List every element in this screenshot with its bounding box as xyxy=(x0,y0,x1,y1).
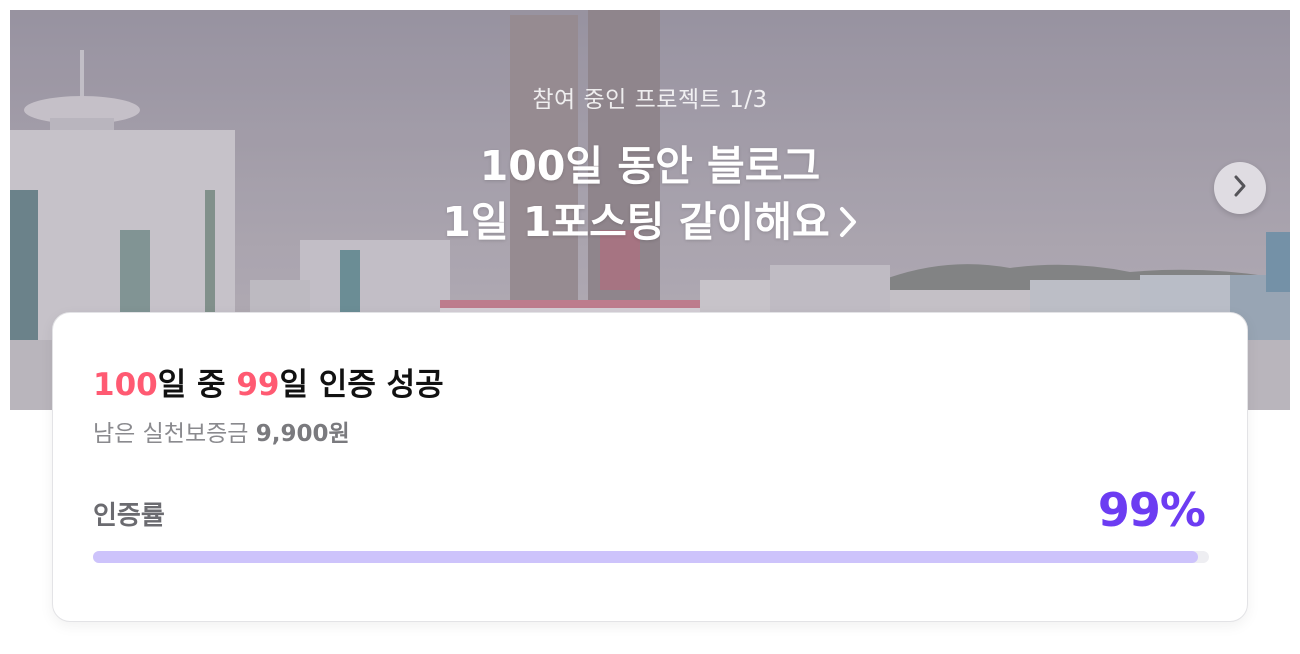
deposit-value: 9,900원 xyxy=(255,421,350,447)
remaining-deposit: 남은 실천보증금 9,900원 xyxy=(93,414,350,448)
project-title-line-1: 100일 동안 블로그 xyxy=(479,142,821,190)
certification-summary: 100일 중 99일 인증 성공 xyxy=(93,359,444,404)
deposit-label: 남은 실천보증금 xyxy=(93,421,256,447)
project-counter: 참여 중인 프로젝트 1/3 xyxy=(532,87,768,113)
certification-rate-value: 99% xyxy=(1097,483,1206,537)
certification-status-card: 100일 중 99일 인증 성공 남은 실천보증금 9,900원 인증률 99% xyxy=(52,312,1248,622)
project-title-line-2: 1일 1포스팅 같이해요 xyxy=(442,198,830,246)
summary-text-mid: 일 중 xyxy=(157,367,237,403)
chevron-right-icon xyxy=(838,197,858,253)
total-days: 100 xyxy=(93,367,158,403)
certification-progress-fill xyxy=(93,551,1198,563)
success-days: 99 xyxy=(236,367,280,403)
summary-text-end: 일 인증 성공 xyxy=(279,367,444,403)
project-title-link[interactable]: 100일 동안 블로그 1일 1포스팅 같이해요 xyxy=(10,138,1290,253)
chevron-right-icon xyxy=(1232,174,1248,202)
certification-progress-bar xyxy=(93,551,1209,563)
certification-rate-label: 인증률 xyxy=(93,501,165,531)
next-project-button[interactable] xyxy=(1214,162,1266,214)
